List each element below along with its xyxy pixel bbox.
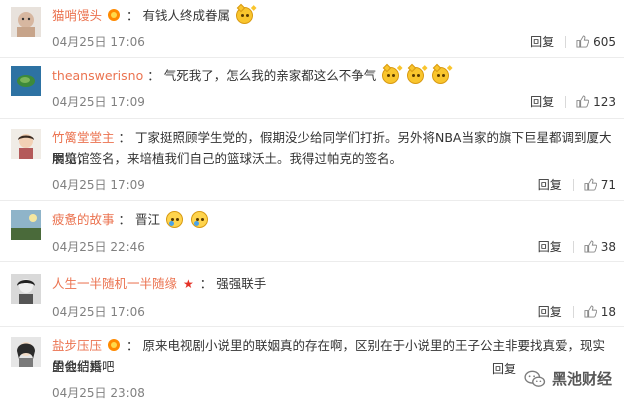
cat-ear-emoji-icon [235, 7, 253, 24]
thumbs-up-icon[interactable] [584, 240, 597, 253]
avatar[interactable] [11, 210, 41, 240]
reply-button[interactable]: 回复 [530, 93, 554, 110]
timestamp: 04月25日 17:09 [52, 178, 145, 192]
timestamp: 04月25日 17:09 [52, 95, 145, 109]
avatar[interactable] [11, 274, 41, 304]
like-count[interactable]: 38 [601, 240, 616, 254]
comment-item: 盐步压压 ： 原来电视剧小说里的联姻真的存在啊，区别在于小说里的王子公主非要找真… [0, 327, 624, 401]
username[interactable]: 人生一半随机一半随缘 [52, 276, 177, 291]
comment-item: theanswerisno ： 气死我了，怎么我的亲家都这么不争气 04月25日… [0, 58, 624, 119]
separator: ： [118, 130, 132, 145]
reply-button[interactable]: 回复 [538, 303, 562, 320]
separator: ： [147, 68, 160, 83]
comment-item: 人生一半随机一半随缘 ★ ： 强强联手 04月25日 17:06 回复 18 [0, 262, 624, 327]
timestamp: 04月25日 22:46 [52, 240, 145, 254]
avatar[interactable] [11, 7, 41, 37]
comment-item: 竹篱堂堂主 ： 丁家挺照顾学生党的，假期没少给同学们打折。另外将NBA当家的旗下… [0, 119, 624, 201]
reply-button[interactable]: 回复 [538, 176, 562, 193]
reply-button[interactable]: 回复 [530, 33, 554, 50]
like-count[interactable]: 605 [593, 35, 616, 49]
action-divider [572, 240, 574, 253]
thumbs-up-icon[interactable] [576, 35, 590, 48]
thumbs-up-icon[interactable] [584, 305, 597, 318]
avatar[interactable] [11, 66, 41, 96]
comment-item: 疲惫的故事 ： 晋江 04月25日 22:46 回复 38 [0, 201, 624, 262]
like-count[interactable]: 71 [601, 178, 616, 192]
separator: ： [118, 212, 132, 227]
reply-button[interactable]: 回复 [538, 238, 562, 255]
username[interactable]: theanswerisno [52, 68, 143, 83]
separator: ： [125, 8, 139, 23]
tears-emoji-icon [190, 211, 208, 228]
action-divider [565, 35, 567, 48]
reply-button[interactable]: 回复 [492, 360, 516, 377]
comment-text: 有钱人终成眷属 [142, 8, 230, 23]
timestamp: 04月25日 17:06 [52, 305, 145, 319]
username[interactable]: 疲惫的故事 [52, 212, 115, 227]
timestamp: 04月25日 23:08 [52, 386, 145, 400]
action-divider [572, 305, 574, 318]
timestamp: 04月25日 17:06 [52, 35, 145, 49]
cat-ear-emoji-icon [382, 67, 400, 84]
action-divider [565, 95, 567, 108]
wechat-icon [524, 370, 546, 387]
tears-emoji-icon [166, 211, 183, 228]
star-badge-icon: ★ [183, 277, 194, 291]
avatar[interactable] [11, 337, 41, 367]
comment-text: 的会结婚吧 [52, 359, 115, 374]
like-count[interactable]: 18 [601, 305, 616, 319]
thumbs-up-icon[interactable] [584, 178, 597, 191]
separator: ： [199, 276, 213, 291]
comment-item: 猫哨馒头 ： 有钱人终成眷属 04月25日 17:06 回复 605 [0, 0, 624, 58]
comment-text: 展览，签名，来培植我们自己的篮球沃土。我得过帕克的签名。 [52, 151, 403, 166]
username[interactable]: 竹篱堂堂主 [52, 130, 115, 145]
like-count[interactable]: 123 [593, 95, 616, 109]
cat-ear-emoji-icon [407, 67, 425, 84]
comment-actions: 回复 [492, 360, 516, 377]
thumbs-up-icon[interactable] [576, 95, 590, 108]
vip-badge-icon [108, 339, 120, 351]
vip-badge-icon [108, 9, 120, 21]
username[interactable]: 猫哨馒头 [52, 8, 102, 23]
username[interactable]: 盐步压压 [52, 338, 102, 353]
watermark: 黑池财经 [524, 368, 612, 389]
avatar[interactable] [11, 129, 41, 159]
comment-text: 晋江 [135, 212, 161, 227]
watermark-text: 黑池财经 [551, 370, 612, 388]
cat-ear-emoji-icon [432, 67, 450, 84]
comment-text: 气死我了，怎么我的亲家都这么不争气 [163, 68, 377, 83]
separator: ： [125, 338, 139, 353]
action-divider [572, 178, 574, 191]
comment-text: 强强联手 [216, 276, 267, 291]
